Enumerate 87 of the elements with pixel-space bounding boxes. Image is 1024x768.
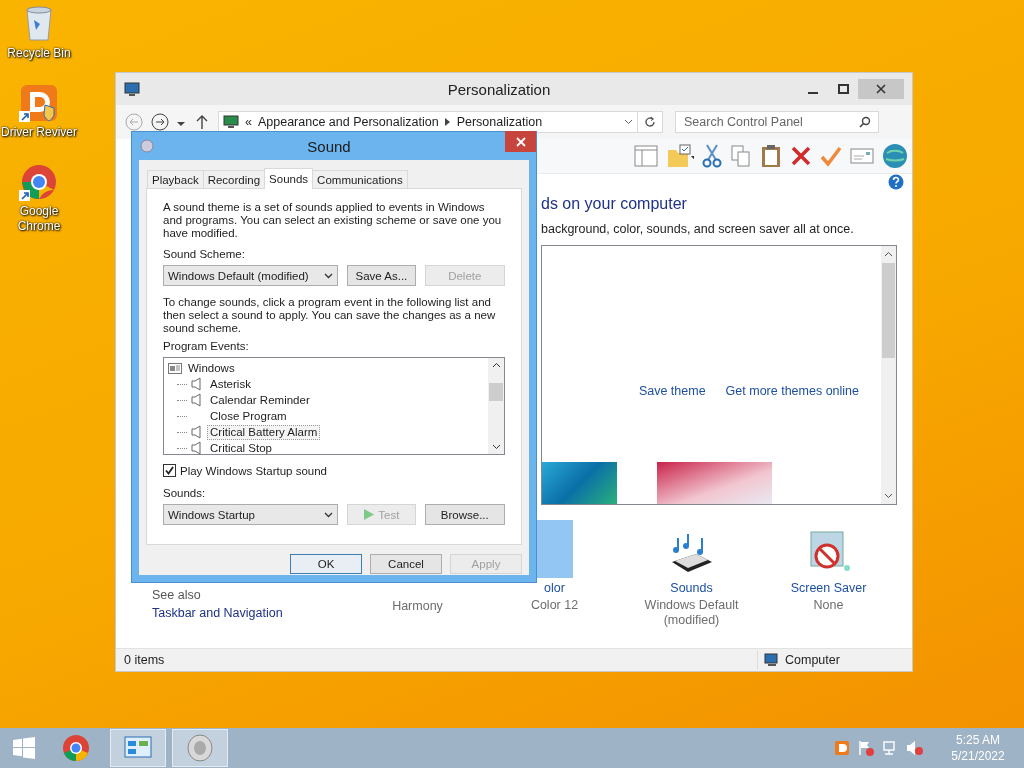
- back-button[interactable]: [124, 112, 144, 132]
- scrollbar-thumb[interactable]: [489, 383, 503, 401]
- color-swatch[interactable]: [536, 520, 573, 578]
- checkmark-icon: [165, 466, 174, 475]
- speaker-muted-icon[interactable]: [906, 740, 924, 756]
- caret-icon: [177, 120, 185, 127]
- field-label: Program Events:: [163, 340, 250, 352]
- globe-icon[interactable]: [882, 143, 908, 169]
- computer-icon: [764, 653, 780, 667]
- search-field[interactable]: Search Control Panel: [675, 111, 879, 133]
- setting-value: Color 12: [529, 598, 580, 613]
- taskbar-app-button[interactable]: [172, 729, 228, 767]
- tab[interactable]: Sounds: [264, 168, 314, 189]
- window-list-icon: [168, 362, 182, 374]
- window-title: Personalization: [446, 80, 552, 98]
- scroll-up-icon[interactable]: [884, 251, 893, 257]
- sound-dropdown[interactable]: Windows Startup: [163, 504, 339, 525]
- checkmark-icon[interactable]: [820, 145, 842, 167]
- dialog-button[interactable]: Cancel: [370, 554, 442, 574]
- field-label: Sounds:: [163, 487, 207, 499]
- nav-link[interactable]: Taskbar and Navigation: [152, 606, 346, 620]
- tree-item[interactable]: Close Program: [207, 408, 290, 424]
- close-icon: [876, 84, 886, 94]
- tab[interactable]: Recording: [202, 170, 266, 188]
- theme-thumbnail[interactable]: [657, 462, 772, 504]
- startup-sound-checkbox[interactable]: Play Windows Startup sound: [163, 464, 505, 477]
- dialog-title: Sound: [306, 137, 352, 155]
- forward-button[interactable]: [150, 112, 170, 132]
- refresh-button[interactable]: [637, 111, 663, 133]
- setting-value: Windows Default (modified): [643, 598, 740, 628]
- layout-icon[interactable]: [634, 145, 658, 167]
- help-icon[interactable]: [888, 174, 904, 190]
- theme-link[interactable]: Save theme: [638, 384, 706, 462]
- setting-link[interactable]: olor: [544, 581, 565, 595]
- tree-item[interactable]: Windows: [188, 362, 235, 374]
- field-label: Sound Scheme:: [163, 248, 246, 260]
- theme-thumbnail[interactable]: [542, 462, 617, 504]
- item-count: 0 items: [124, 653, 166, 667]
- tree-item[interactable]: Calendar Reminder: [207, 392, 313, 408]
- maximize-icon: [837, 84, 849, 94]
- setting-value: Harmony: [391, 599, 444, 614]
- tab[interactable]: Playback: [147, 170, 204, 188]
- refresh-icon: [644, 116, 656, 128]
- tab[interactable]: Communications: [312, 170, 408, 188]
- scheme-dropdown[interactable]: Windows Default (modified): [163, 265, 339, 286]
- app-icon[interactable]: [19, 83, 59, 123]
- folder-check-icon[interactable]: [666, 144, 694, 168]
- setting-link[interactable]: Screen Saver: [790, 581, 867, 595]
- theme-link[interactable]: Get more themes online: [725, 384, 859, 462]
- tree-item[interactable]: Critical Stop: [207, 440, 275, 456]
- scrollbar-thumb[interactable]: [882, 263, 895, 358]
- instructions-text: To change sounds, click a program event in the following list and then select a sound to apply. You can save the changes as a new sound scheme.: [163, 296, 497, 335]
- page-description: background, color, sounds, and screen saver all at once.: [541, 222, 855, 238]
- tree-item[interactable]: Critical Battery Alarm: [207, 424, 321, 440]
- events-tree[interactable]: Windows Asterisk Calendar Reminder Close Program Critical Battery Alarm Critical Stop: [163, 357, 505, 455]
- setting-value: None: [812, 598, 845, 613]
- monitor-icon: [223, 115, 239, 129]
- chrome-icon[interactable]: [19, 162, 59, 202]
- minimize-icon: [808, 92, 818, 94]
- clipboard-icon[interactable]: [760, 144, 782, 168]
- location-label: Computer: [785, 653, 840, 667]
- delete-icon[interactable]: [790, 145, 812, 167]
- chevron-icon: [444, 118, 451, 126]
- chrome-icon: [62, 734, 90, 762]
- monitor-icon: [124, 81, 140, 97]
- scrollbar[interactable]: [488, 358, 504, 454]
- intro-text: A sound theme is a set of sounds applied to events in Windows and programs. You can select an existing scheme or save one you have modified.: [163, 201, 503, 240]
- tree-item[interactable]: Asterisk: [207, 376, 254, 392]
- cut-icon[interactable]: [702, 144, 722, 168]
- close-button[interactable]: [505, 131, 536, 152]
- flag-error-icon[interactable]: [858, 740, 874, 756]
- play-icon: [363, 509, 376, 520]
- windows-logo-icon: [13, 737, 35, 759]
- setting-link[interactable]: Sounds: [670, 581, 713, 595]
- dialog-button[interactable]: OK: [290, 554, 362, 574]
- address-bar[interactable]: « Appearance and Personalization Personalization: [218, 111, 638, 133]
- section-heading: See also: [152, 588, 202, 602]
- scrollbar[interactable]: [881, 246, 896, 504]
- app-tray-icon[interactable]: [834, 740, 850, 756]
- save-as-button[interactable]: Save As...: [347, 265, 416, 286]
- close-icon: [515, 136, 526, 147]
- page-heading: ds on your computer: [541, 194, 688, 214]
- search-icon[interactable]: [859, 116, 871, 128]
- card-icon[interactable]: [850, 147, 874, 165]
- scroll-down-icon[interactable]: [884, 493, 893, 499]
- browse-button[interactable]: Browse...: [424, 504, 505, 525]
- taskbar-app-button[interactable]: [110, 729, 166, 767]
